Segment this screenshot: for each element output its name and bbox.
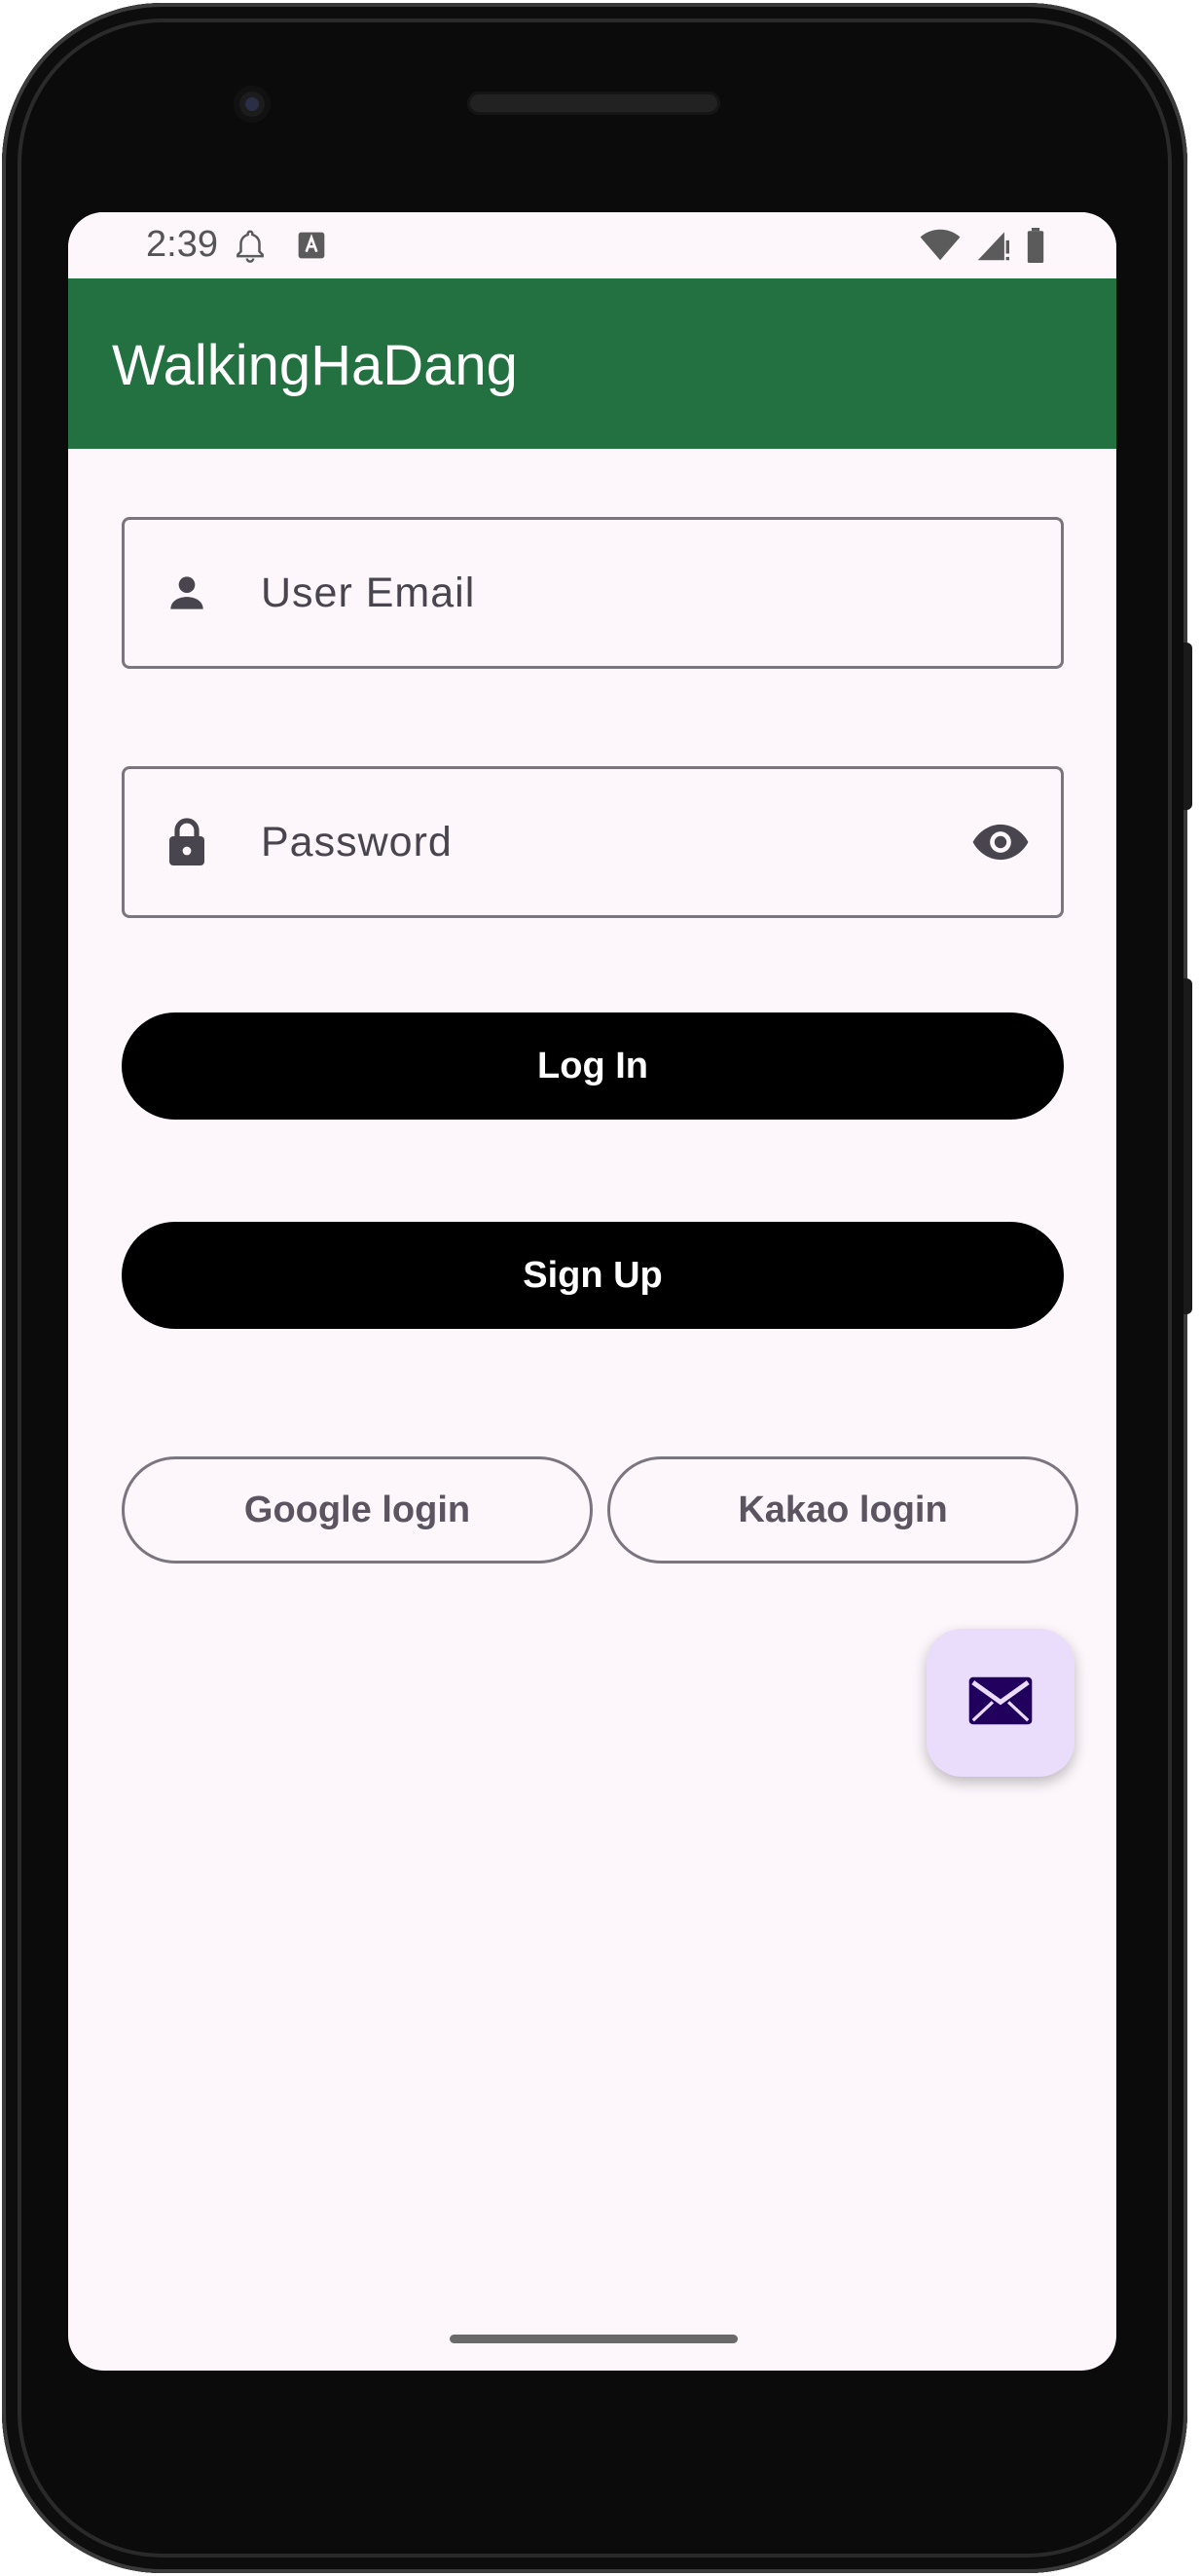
app-title: WalkingHaDang (112, 334, 518, 397)
keyboard-a-icon (296, 230, 327, 266)
person-icon (162, 568, 212, 618)
envelope-icon (966, 1674, 1035, 1732)
top-app-bar: WalkingHaDang (68, 278, 1116, 449)
password-field[interactable]: Password (122, 766, 1064, 918)
email-placeholder: User Email (261, 569, 476, 616)
app-screen: 2:39 WalkingHaDang User Email Password L… (68, 212, 1116, 2371)
email-field[interactable]: User Email (122, 517, 1064, 669)
lock-icon (162, 817, 212, 867)
email-fab[interactable] (927, 1629, 1075, 1777)
kakao-login-button[interactable]: Kakao login (607, 1456, 1078, 1564)
signup-button[interactable]: Sign Up (122, 1222, 1064, 1329)
cell-signal-icon (974, 229, 1011, 267)
status-bar: 2:39 (68, 212, 1116, 278)
wifi-icon (920, 229, 961, 267)
google-login-button[interactable]: Google login (122, 1456, 593, 1564)
front-camera (234, 86, 271, 123)
eye-icon[interactable] (969, 811, 1032, 873)
battery-icon (1025, 228, 1046, 268)
earpiece-speaker (467, 92, 720, 115)
login-button[interactable]: Log In (122, 1012, 1064, 1120)
bell-outline-icon (232, 226, 269, 270)
status-time: 2:39 (146, 224, 218, 265)
power-button (1184, 978, 1192, 1314)
volume-button (1184, 643, 1192, 810)
password-placeholder: Password (261, 818, 453, 865)
home-indicator[interactable] (450, 2335, 738, 2343)
